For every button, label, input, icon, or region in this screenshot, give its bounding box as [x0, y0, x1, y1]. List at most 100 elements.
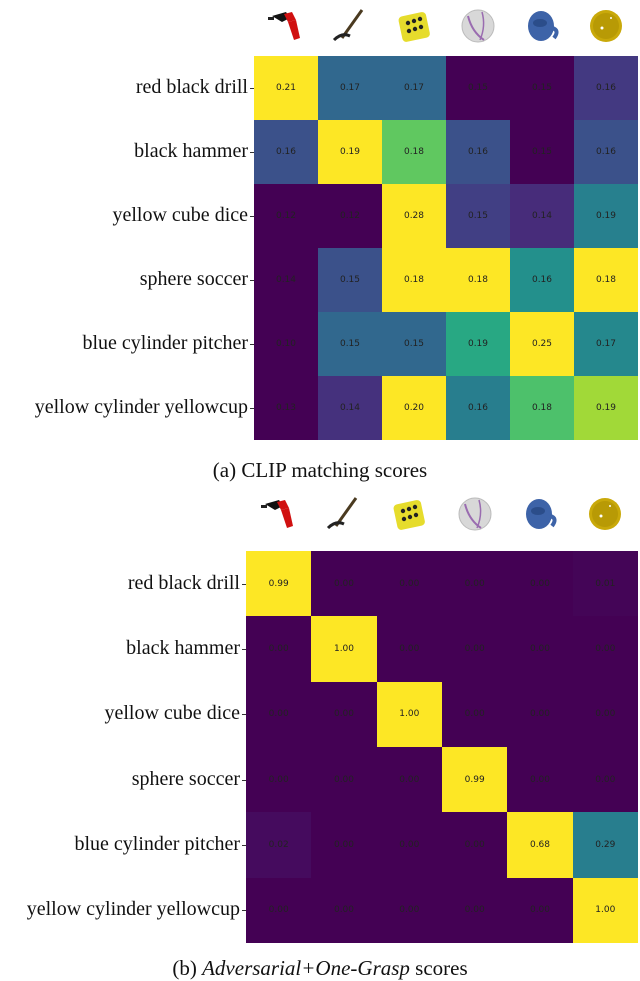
pitcher-icon [520, 494, 560, 534]
column-icons-a [254, 4, 638, 54]
heatmap-cell: 0.00 [311, 877, 377, 943]
heatmap-cell: 0.68 [507, 812, 573, 878]
heatmap-cell: 0.00 [311, 747, 377, 813]
heatmap-cell: 0.12 [254, 184, 318, 248]
yellow-cup-icon [585, 494, 625, 534]
caption-b-suffix: scores [409, 956, 468, 980]
row-label: yellow cube dice [112, 204, 249, 226]
heatmap-cell: 0.99 [246, 551, 312, 617]
heatmap-cell: 0.00 [442, 812, 508, 878]
soccer-ball-icon [458, 6, 498, 46]
dice-icon [389, 494, 429, 534]
heatmap-cell: 0.29 [572, 812, 638, 878]
yellow-cup-icon [586, 6, 626, 46]
heatmap-cell: 0.14 [318, 376, 382, 440]
row-label: black hammer [134, 140, 248, 162]
heatmap-cell: 0.19 [318, 120, 382, 184]
row-label: yellow cube dice [104, 702, 241, 725]
row-label: yellow cylinder yellowcup [26, 898, 240, 921]
heatmap-cell: 0.00 [507, 681, 573, 747]
heatmap-cell: 1.00 [572, 877, 638, 943]
row-label: sphere soccer [131, 767, 240, 790]
heatmap-cell: 0.00 [507, 747, 573, 813]
heatmap-cell: 0.18 [446, 248, 510, 312]
heatmap-cell: 0.13 [254, 376, 318, 440]
heatmap-cell: 0.16 [446, 120, 510, 184]
heatmap-clip: 0.21 0.17 0.17 0.15 0.15 0.16 0.16 0.19 0.18 0.16… [254, 56, 638, 440]
drill-icon [266, 6, 306, 46]
heatmap-cell: 0.00 [246, 616, 312, 682]
pitcher-icon [522, 6, 562, 46]
heatmap-cell: 0.14 [254, 248, 318, 312]
heatmap-cell: 0.21 [254, 56, 318, 120]
heatmap-cell: 0.00 [507, 616, 573, 682]
heatmap-cell: 0.99 [442, 747, 508, 813]
heatmap-cell: 0.15 [382, 312, 446, 376]
heatmap-cell: 0.00 [572, 747, 638, 813]
heatmap-cell: 0.10 [254, 312, 318, 376]
heatmap-cell: 0.00 [311, 681, 377, 747]
row-label: yellow cylinder yellowcup [34, 396, 248, 418]
heatmap-cell: 0.18 [382, 248, 446, 312]
heatmap-cell: 0.16 [574, 56, 638, 120]
heatmap-cell: 0.16 [254, 120, 318, 184]
row-label: black hammer [126, 637, 240, 659]
heatmap-cell: 0.00 [246, 877, 312, 943]
row-label: blue cylinder pitcher [82, 332, 249, 354]
heatmap-cell: 0.18 [382, 120, 446, 184]
heatmap-cell: 0.00 [246, 681, 312, 747]
heatmap-cell: 0.19 [574, 376, 638, 440]
heatmap-cell: 0.20 [382, 376, 446, 440]
heatmap-cell: 0.00 [507, 877, 573, 943]
column-icons-b [246, 492, 638, 542]
heatmap-cell: 0.00 [376, 812, 442, 878]
hammer-icon [324, 494, 364, 534]
hammer-icon [330, 6, 370, 46]
heatmap-cell: 0.15 [318, 312, 382, 376]
heatmap-cell: 1.00 [311, 616, 377, 682]
soccer-ball-icon [455, 494, 495, 534]
heatmap-cell: 0.00 [376, 616, 442, 682]
heatmap-cell: 0.00 [442, 681, 508, 747]
drill-icon [259, 494, 299, 534]
heatmap-cell: 0.02 [246, 812, 312, 878]
heatmap-cell: 0.17 [574, 312, 638, 376]
caption-b-italic: Adversarial+One-Grasp [202, 956, 410, 980]
caption-b-prefix: (b) [172, 956, 203, 980]
heatmap-cell: 0.28 [382, 184, 446, 248]
heatmap-cell: 0.25 [510, 312, 574, 376]
heatmap-cell: 0.14 [510, 184, 574, 248]
heatmap-adversarial: 0.99 0.00 0.00 0.00 0.00 0.01 0.00 1.00 0.00 0.00… [246, 551, 638, 943]
heatmap-cell: 0.15 [510, 56, 574, 120]
heatmap-cell: 0.00 [246, 747, 312, 813]
heatmap-cell: 0.15 [318, 248, 382, 312]
heatmap-cell: 0.01 [572, 551, 638, 617]
heatmap-cell: 0.00 [376, 747, 442, 813]
heatmap-cell: 0.00 [572, 616, 638, 682]
heatmap-cell: 0.15 [446, 184, 510, 248]
heatmap-cell: 0.19 [446, 312, 510, 376]
heatmap-cell: 0.16 [574, 120, 638, 184]
heatmap-cell: 0.00 [507, 551, 573, 617]
heatmap-cell: 0.15 [510, 120, 574, 184]
heatmap-cell: 0.12 [318, 184, 382, 248]
heatmap-cell: 0.00 [376, 551, 442, 617]
row-label: blue cylinder pitcher [74, 833, 241, 855]
heatmap-cell: 0.00 [442, 877, 508, 943]
heatmap-cell: 0.00 [311, 551, 377, 617]
heatmap-cell: 0.18 [574, 248, 638, 312]
caption-b: (b) Adversarial+One-Grasp scores [0, 956, 640, 981]
dice-icon [394, 6, 434, 46]
row-label: red black drill [135, 76, 248, 98]
heatmap-cell: 0.00 [572, 681, 638, 747]
heatmap-cell: 0.00 [376, 877, 442, 943]
heatmap-cell: 0.00 [311, 812, 377, 878]
row-label: red black drill [127, 571, 240, 594]
heatmap-cell: 0.19 [574, 184, 638, 248]
heatmap-cell: 0.17 [382, 56, 446, 120]
row-label: sphere soccer [139, 268, 248, 290]
heatmap-cell: 0.17 [318, 56, 382, 120]
heatmap-cell: 0.15 [446, 56, 510, 120]
heatmap-cell: 0.18 [510, 376, 574, 440]
heatmap-cell: 0.16 [446, 376, 510, 440]
